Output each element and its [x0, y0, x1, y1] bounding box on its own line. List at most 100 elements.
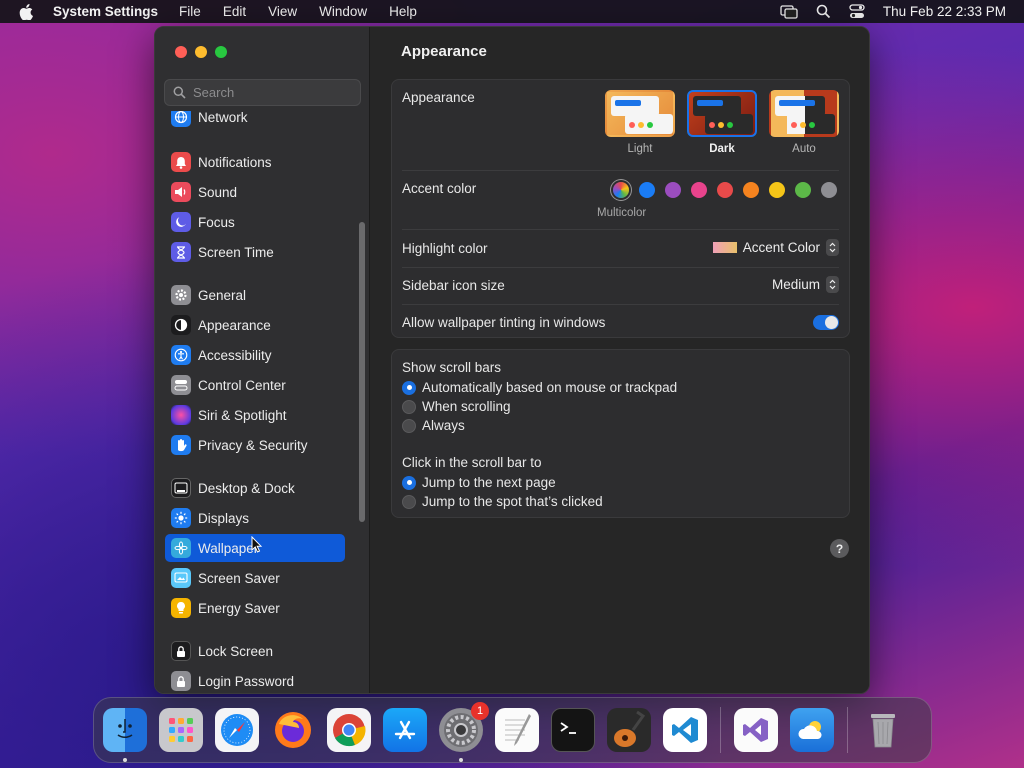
notification-badge: 1: [471, 702, 489, 720]
accent-multicolor-swatch[interactable]: [613, 182, 629, 198]
accent-orange-swatch[interactable]: [743, 182, 759, 198]
dock-finder-icon[interactable]: [103, 708, 147, 762]
accent-yellow-swatch[interactable]: [769, 182, 785, 198]
sidebar-list: Network Notifications Sound Focus Screen…: [155, 111, 355, 691]
close-window-button[interactable]: [175, 46, 187, 58]
dock-system-settings-icon[interactable]: 1: [439, 702, 489, 762]
dock-terminal-icon[interactable]: [551, 708, 595, 752]
menu-help[interactable]: Help: [389, 4, 417, 19]
apple-menu-icon[interactable]: [19, 3, 37, 21]
radio-button[interactable]: [402, 418, 416, 433]
scroll-bars-panel: Show scroll bars Automatically based on …: [391, 349, 850, 518]
sidebar-item-label: Lock Screen: [198, 643, 274, 659]
radio-label: When scrolling: [422, 399, 511, 414]
moon-icon: [171, 212, 191, 232]
sidebar-item-label: Desktop & Dock: [198, 480, 295, 496]
highlight-color-popup[interactable]: Accent Color: [712, 239, 839, 256]
sidebar-item-label: Login Password: [198, 673, 295, 689]
menu-edit[interactable]: Edit: [223, 4, 246, 19]
zoom-window-button[interactable]: [215, 46, 227, 58]
dock-textedit-icon[interactable]: [495, 708, 539, 752]
sidebar-item-desktop-dock[interactable]: Desktop & Dock: [165, 474, 345, 502]
appearance-option-light[interactable]: Light: [605, 90, 675, 155]
accent-selected-name: Multicolor: [597, 207, 647, 219]
accent-green-swatch[interactable]: [795, 182, 811, 198]
page-title: Appearance: [401, 43, 487, 60]
accessibility-icon: [171, 345, 191, 365]
dock-launchpad-icon[interactable]: [159, 708, 203, 752]
sidebar-item-control-center[interactable]: Control Center: [165, 371, 345, 399]
dock-vscode-icon[interactable]: [663, 708, 707, 752]
dock-safari-icon[interactable]: [215, 708, 259, 752]
dock-icon: [171, 478, 191, 498]
sidebar-search[interactable]: [164, 79, 361, 106]
screen-saver-icon: [171, 568, 191, 588]
lock-icon: [171, 641, 191, 661]
radio-button[interactable]: [402, 399, 416, 414]
wallpaper-tinting-toggle[interactable]: [813, 315, 839, 330]
accent-graphite-swatch[interactable]: [821, 182, 837, 198]
app-name-menu[interactable]: System Settings: [53, 4, 158, 19]
control-center-icon[interactable]: [849, 4, 865, 19]
sidebar-item-accessibility[interactable]: Accessibility: [165, 341, 345, 369]
appearance-panel: Appearance Light Dark Auto Accent color …: [391, 79, 850, 338]
dock-firefox-icon[interactable]: [271, 708, 315, 752]
menu-clock[interactable]: Thu Feb 22 2:33 PM: [883, 4, 1006, 19]
sidebar-item-label: Displays: [198, 510, 250, 526]
appearance-option-dark[interactable]: Dark: [687, 90, 757, 155]
help-button[interactable]: ?: [830, 539, 849, 558]
sidebar-item-lock-screen[interactable]: Lock Screen: [165, 637, 345, 665]
accent-blue-swatch[interactable]: [639, 182, 655, 198]
sidebar-item-appearance[interactable]: Appearance: [165, 311, 345, 339]
appearance-option-auto[interactable]: Auto: [769, 90, 839, 155]
appearance-icon: [171, 315, 191, 335]
sidebar-icon-size-popup[interactable]: Medium: [772, 276, 839, 293]
accent-purple-swatch[interactable]: [665, 182, 681, 198]
radio-button-selected[interactable]: [402, 380, 416, 395]
dock-garageband-icon[interactable]: [607, 708, 651, 752]
network-icon: [171, 111, 191, 127]
sidebar-item-siri-spotlight[interactable]: Siri & Spotlight: [165, 401, 345, 429]
menu-view[interactable]: View: [268, 4, 297, 19]
sidebar-item-screen-time[interactable]: Screen Time: [165, 238, 345, 266]
menu-window[interactable]: Window: [319, 4, 367, 19]
accent-color-picker: [613, 182, 837, 198]
show-scroll-bars-label: Show scroll bars: [402, 360, 502, 375]
dock-visual-studio-icon[interactable]: [734, 708, 778, 752]
sidebar-item-privacy-security[interactable]: Privacy & Security: [165, 431, 345, 459]
scroll-bars-when-scrolling-option[interactable]: When scrolling: [402, 399, 511, 414]
hourglass-icon: [171, 242, 191, 262]
sidebar-item-displays[interactable]: Displays: [165, 504, 345, 532]
sidebar-item-notifications[interactable]: Notifications: [165, 148, 345, 176]
search-input[interactable]: [193, 85, 343, 100]
scroll-click-next-page-option[interactable]: Jump to the next page: [402, 475, 556, 490]
scroll-bars-auto-option[interactable]: Automatically based on mouse or trackpad: [402, 380, 677, 395]
bell-icon: [171, 152, 191, 172]
scroll-click-spot-option[interactable]: Jump to the spot that’s clicked: [402, 494, 603, 509]
sidebar-item-sound[interactable]: Sound: [165, 178, 345, 206]
dock-weather-icon[interactable]: [790, 708, 834, 752]
sidebar-scrollbar[interactable]: [359, 222, 365, 522]
sidebar-item-focus[interactable]: Focus: [165, 208, 345, 236]
dock-divider: [720, 707, 721, 753]
sidebar-item-energy-saver[interactable]: Energy Saver: [165, 594, 345, 622]
menu-file[interactable]: File: [179, 4, 201, 19]
scroll-click-label: Click in the scroll bar to: [402, 455, 542, 470]
dock-trash-icon[interactable]: [861, 708, 905, 752]
scroll-bars-always-option[interactable]: Always: [402, 418, 465, 433]
radio-button[interactable]: [402, 494, 416, 509]
sidebar-item-general[interactable]: General: [165, 281, 345, 309]
dock-app-store-icon[interactable]: [383, 708, 427, 752]
accent-pink-swatch[interactable]: [691, 182, 707, 198]
radio-button-selected[interactable]: [402, 475, 416, 490]
minimize-window-button[interactable]: [195, 46, 207, 58]
divider: [402, 304, 839, 305]
spotlight-search-icon[interactable]: [816, 4, 831, 19]
accent-red-swatch[interactable]: [717, 182, 733, 198]
sidebar-item-network[interactable]: Network: [165, 111, 345, 131]
search-icon: [173, 86, 186, 99]
dock-chrome-icon[interactable]: [327, 708, 371, 752]
sidebar-item-login-password[interactable]: Login Password: [165, 667, 345, 691]
screen-mirroring-icon[interactable]: [780, 4, 798, 19]
sidebar-item-screen-saver[interactable]: Screen Saver: [165, 564, 345, 592]
